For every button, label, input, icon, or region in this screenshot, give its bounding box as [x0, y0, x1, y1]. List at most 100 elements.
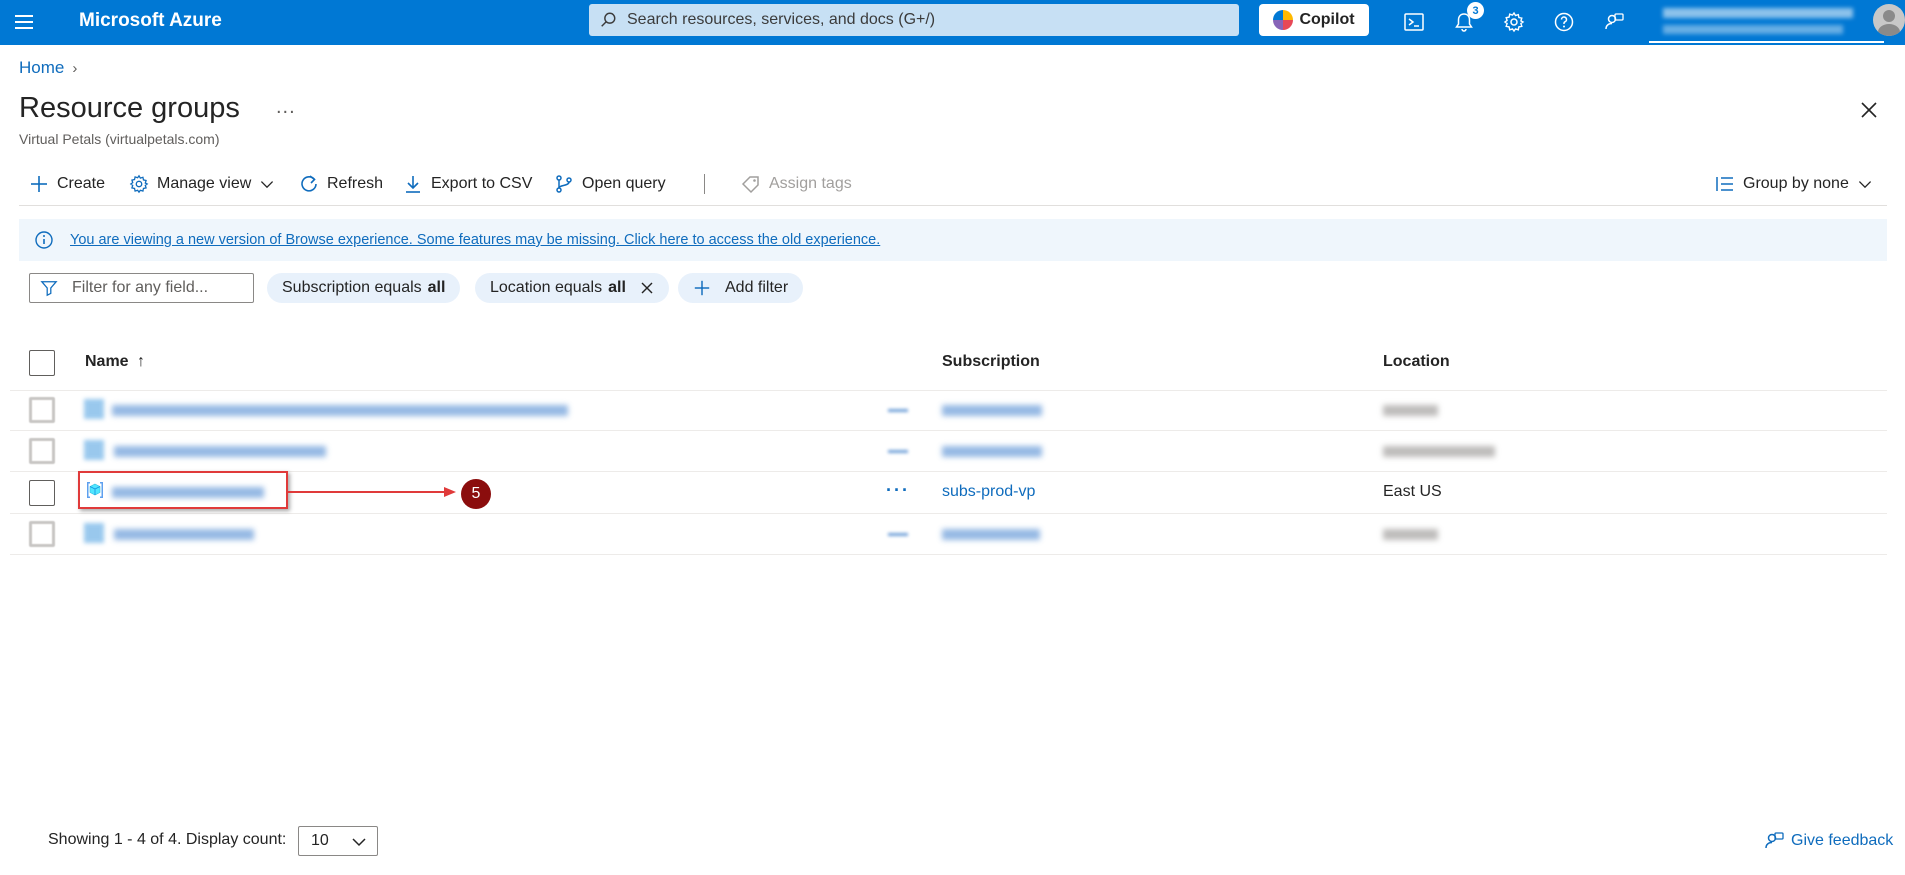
- display-count-select[interactable]: 10: [298, 826, 378, 856]
- manage-view-label: Manage view: [157, 175, 252, 192]
- row-more-button[interactable]: [888, 533, 908, 536]
- pagination-summary: Showing 1 - 4 of 4. Display count:: [48, 831, 287, 848]
- annotation-step-badge: 5: [461, 479, 491, 509]
- cloud-shell-icon[interactable]: [1400, 8, 1428, 36]
- account-directory-blurred: [1663, 25, 1843, 34]
- row-divider: [10, 471, 1887, 472]
- select-all-checkbox[interactable]: [29, 350, 55, 376]
- help-icon[interactable]: [1550, 8, 1578, 36]
- old-experience-link[interactable]: You are viewing a new version of Browse …: [70, 232, 880, 248]
- avatar[interactable]: [1873, 4, 1905, 36]
- close-icon[interactable]: [1857, 98, 1881, 122]
- subscription-link-blurred[interactable]: [942, 405, 1042, 416]
- create-label: Create: [57, 175, 106, 192]
- copilot-icon: [1273, 10, 1294, 30]
- more-options-button[interactable]: ...: [276, 96, 296, 119]
- info-icon: [35, 231, 53, 249]
- add-filter-button[interactable]: Add filter: [678, 273, 804, 303]
- refresh-label: Refresh: [327, 175, 384, 192]
- page-subtitle: Virtual Petals (virtualpetals.com): [19, 131, 220, 147]
- gear-icon: [129, 174, 149, 194]
- funnel-icon: [40, 281, 58, 297]
- annotation-arrow-icon: [288, 487, 456, 497]
- subscription-filter-prefix: Subscription equals: [282, 279, 422, 296]
- global-search-input[interactable]: Search resources, services, and docs (G+…: [589, 4, 1239, 36]
- location-filter-value: all: [608, 279, 626, 296]
- column-header-location[interactable]: Location: [1383, 353, 1450, 371]
- manage-view-button[interactable]: Manage view: [129, 170, 275, 198]
- account-underline: [1649, 41, 1884, 43]
- group-by-dropdown[interactable]: Group by none: [1715, 170, 1873, 198]
- location-filter-prefix: Location equals: [490, 279, 603, 296]
- location-cell: East US: [1383, 483, 1442, 500]
- refresh-button[interactable]: Refresh: [299, 170, 383, 198]
- subscription-filter-value: all: [427, 279, 446, 296]
- location-filter-pill[interactable]: Location equals all: [475, 273, 669, 303]
- account-menu[interactable]: [1649, 3, 1884, 43]
- row-checkbox[interactable]: [29, 480, 55, 506]
- subscription-link-blurred[interactable]: [942, 529, 1040, 540]
- column-header-subscription[interactable]: Subscription: [942, 353, 1040, 371]
- create-button[interactable]: Create: [29, 170, 105, 198]
- export-csv-button[interactable]: Export to CSV: [403, 170, 532, 198]
- breadcrumb-home-link[interactable]: Home: [19, 58, 64, 78]
- feedback-person-icon: [1765, 832, 1784, 849]
- notifications-badge: 3: [1467, 2, 1484, 19]
- chevron-down-icon: [1858, 181, 1871, 189]
- subscription-filter-pill[interactable]: Subscription equals all: [267, 273, 461, 303]
- feedback-person-icon[interactable]: [1600, 8, 1628, 36]
- download-icon: [406, 176, 420, 193]
- subscription-link-blurred[interactable]: [942, 446, 1042, 457]
- plus-icon: [694, 280, 710, 296]
- search-placeholder: Search resources, services, and docs (G+…: [627, 11, 936, 28]
- row-divider: [10, 554, 1887, 555]
- assign-tags-button[interactable]: Assign tags: [741, 170, 852, 198]
- location-blurred: [1383, 529, 1438, 540]
- page-title: Resource groups: [19, 92, 240, 124]
- row-more-button[interactable]: [888, 409, 908, 412]
- top-bar: Microsoft Azure Search resources, servic…: [0, 0, 1905, 45]
- add-filter-label: Add filter: [725, 279, 789, 296]
- brand-title[interactable]: Microsoft Azure: [79, 10, 222, 32]
- column-header-name[interactable]: Name ↑: [85, 353, 145, 371]
- resource-group-icon: [84, 523, 104, 543]
- open-query-label: Open query: [582, 175, 666, 192]
- row-divider: [10, 430, 1887, 431]
- row-more-button[interactable]: [888, 450, 908, 453]
- resource-group-icon: [84, 399, 104, 419]
- table-header-divider: [10, 390, 1887, 391]
- assign-tags-label: Assign tags: [769, 175, 852, 192]
- search-icon: [601, 12, 616, 27]
- toolbar-divider-line: [19, 205, 1887, 206]
- location-blurred: [1383, 446, 1495, 457]
- resource-group-name-blurred[interactable]: [114, 446, 326, 457]
- sort-ascending-icon: ↑: [137, 353, 146, 370]
- export-csv-label: Export to CSV: [431, 175, 533, 192]
- display-count-value: 10: [311, 832, 329, 849]
- branch-icon: [556, 175, 572, 193]
- row-checkbox[interactable]: [29, 521, 55, 547]
- list-icon: [1716, 177, 1733, 191]
- breadcrumb: Home ›: [19, 58, 77, 78]
- resource-group-icon: [84, 440, 104, 460]
- chevron-down-icon: [261, 181, 274, 189]
- notifications-bell-icon[interactable]: 3: [1450, 2, 1484, 36]
- settings-gear-icon[interactable]: [1500, 8, 1528, 36]
- row-checkbox[interactable]: [29, 438, 55, 464]
- resource-group-name-blurred[interactable]: [112, 405, 568, 416]
- copilot-button[interactable]: Copilot: [1259, 4, 1369, 36]
- chevron-down-icon: [352, 838, 366, 847]
- filter-input[interactable]: Filter for any field...: [29, 273, 254, 303]
- close-icon[interactable]: [640, 281, 654, 295]
- row-more-button[interactable]: ···: [886, 480, 910, 501]
- row-checkbox[interactable]: [29, 397, 55, 423]
- plus-icon: [31, 176, 47, 192]
- resource-group-name-blurred[interactable]: [114, 529, 254, 540]
- info-banner: You are viewing a new version of Browse …: [19, 219, 1887, 261]
- subscription-link[interactable]: subs-prod-vp: [942, 483, 1035, 501]
- open-query-button[interactable]: Open query: [554, 170, 666, 198]
- give-feedback-label: Give feedback: [1791, 832, 1894, 849]
- hamburger-menu-icon[interactable]: [12, 10, 36, 34]
- annotation-highlight-box: [78, 471, 288, 509]
- give-feedback-link[interactable]: Give feedback: [1763, 830, 1893, 852]
